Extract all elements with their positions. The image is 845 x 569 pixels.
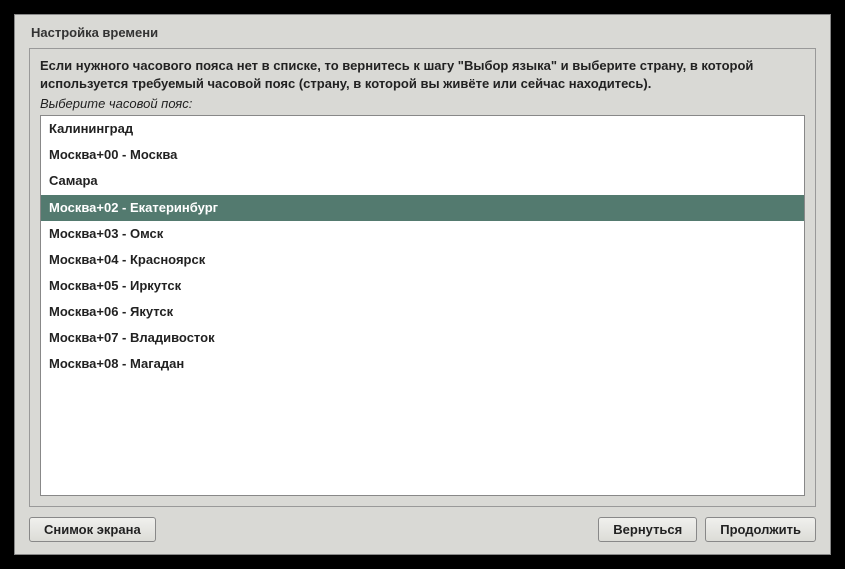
list-item[interactable]: Самара (41, 168, 804, 194)
timezone-dialog: Настройка времени Если нужного часового … (14, 14, 831, 555)
list-item[interactable]: Москва+07 - Владивосток (41, 325, 804, 351)
list-item-selected[interactable]: Москва+02 - Екатеринбург (41, 195, 804, 221)
instruction-text: Если нужного часового пояса нет в списке… (40, 57, 805, 92)
content-area: Если нужного часового пояса нет в списке… (29, 48, 816, 507)
list-item[interactable]: Москва+05 - Иркутск (41, 273, 804, 299)
back-button[interactable]: Вернуться (598, 517, 697, 542)
button-bar: Снимок экрана Вернуться Продолжить (15, 507, 830, 554)
spacer (164, 517, 591, 542)
list-item[interactable]: Калининград (41, 116, 804, 142)
list-item[interactable]: Москва+06 - Якутск (41, 299, 804, 325)
list-item[interactable]: Москва+00 - Москва (41, 142, 804, 168)
list-item[interactable]: Москва+08 - Магадан (41, 351, 804, 377)
list-item[interactable]: Москва+03 - Омск (41, 221, 804, 247)
screenshot-button[interactable]: Снимок экрана (29, 517, 156, 542)
prompt-text: Выберите часовой пояс: (40, 96, 805, 111)
continue-button[interactable]: Продолжить (705, 517, 816, 542)
timezone-listbox[interactable]: Калининград Москва+00 - Москва Самара Мо… (40, 115, 805, 496)
dialog-title: Настройка времени (15, 15, 830, 48)
list-item[interactable]: Москва+04 - Красноярск (41, 247, 804, 273)
